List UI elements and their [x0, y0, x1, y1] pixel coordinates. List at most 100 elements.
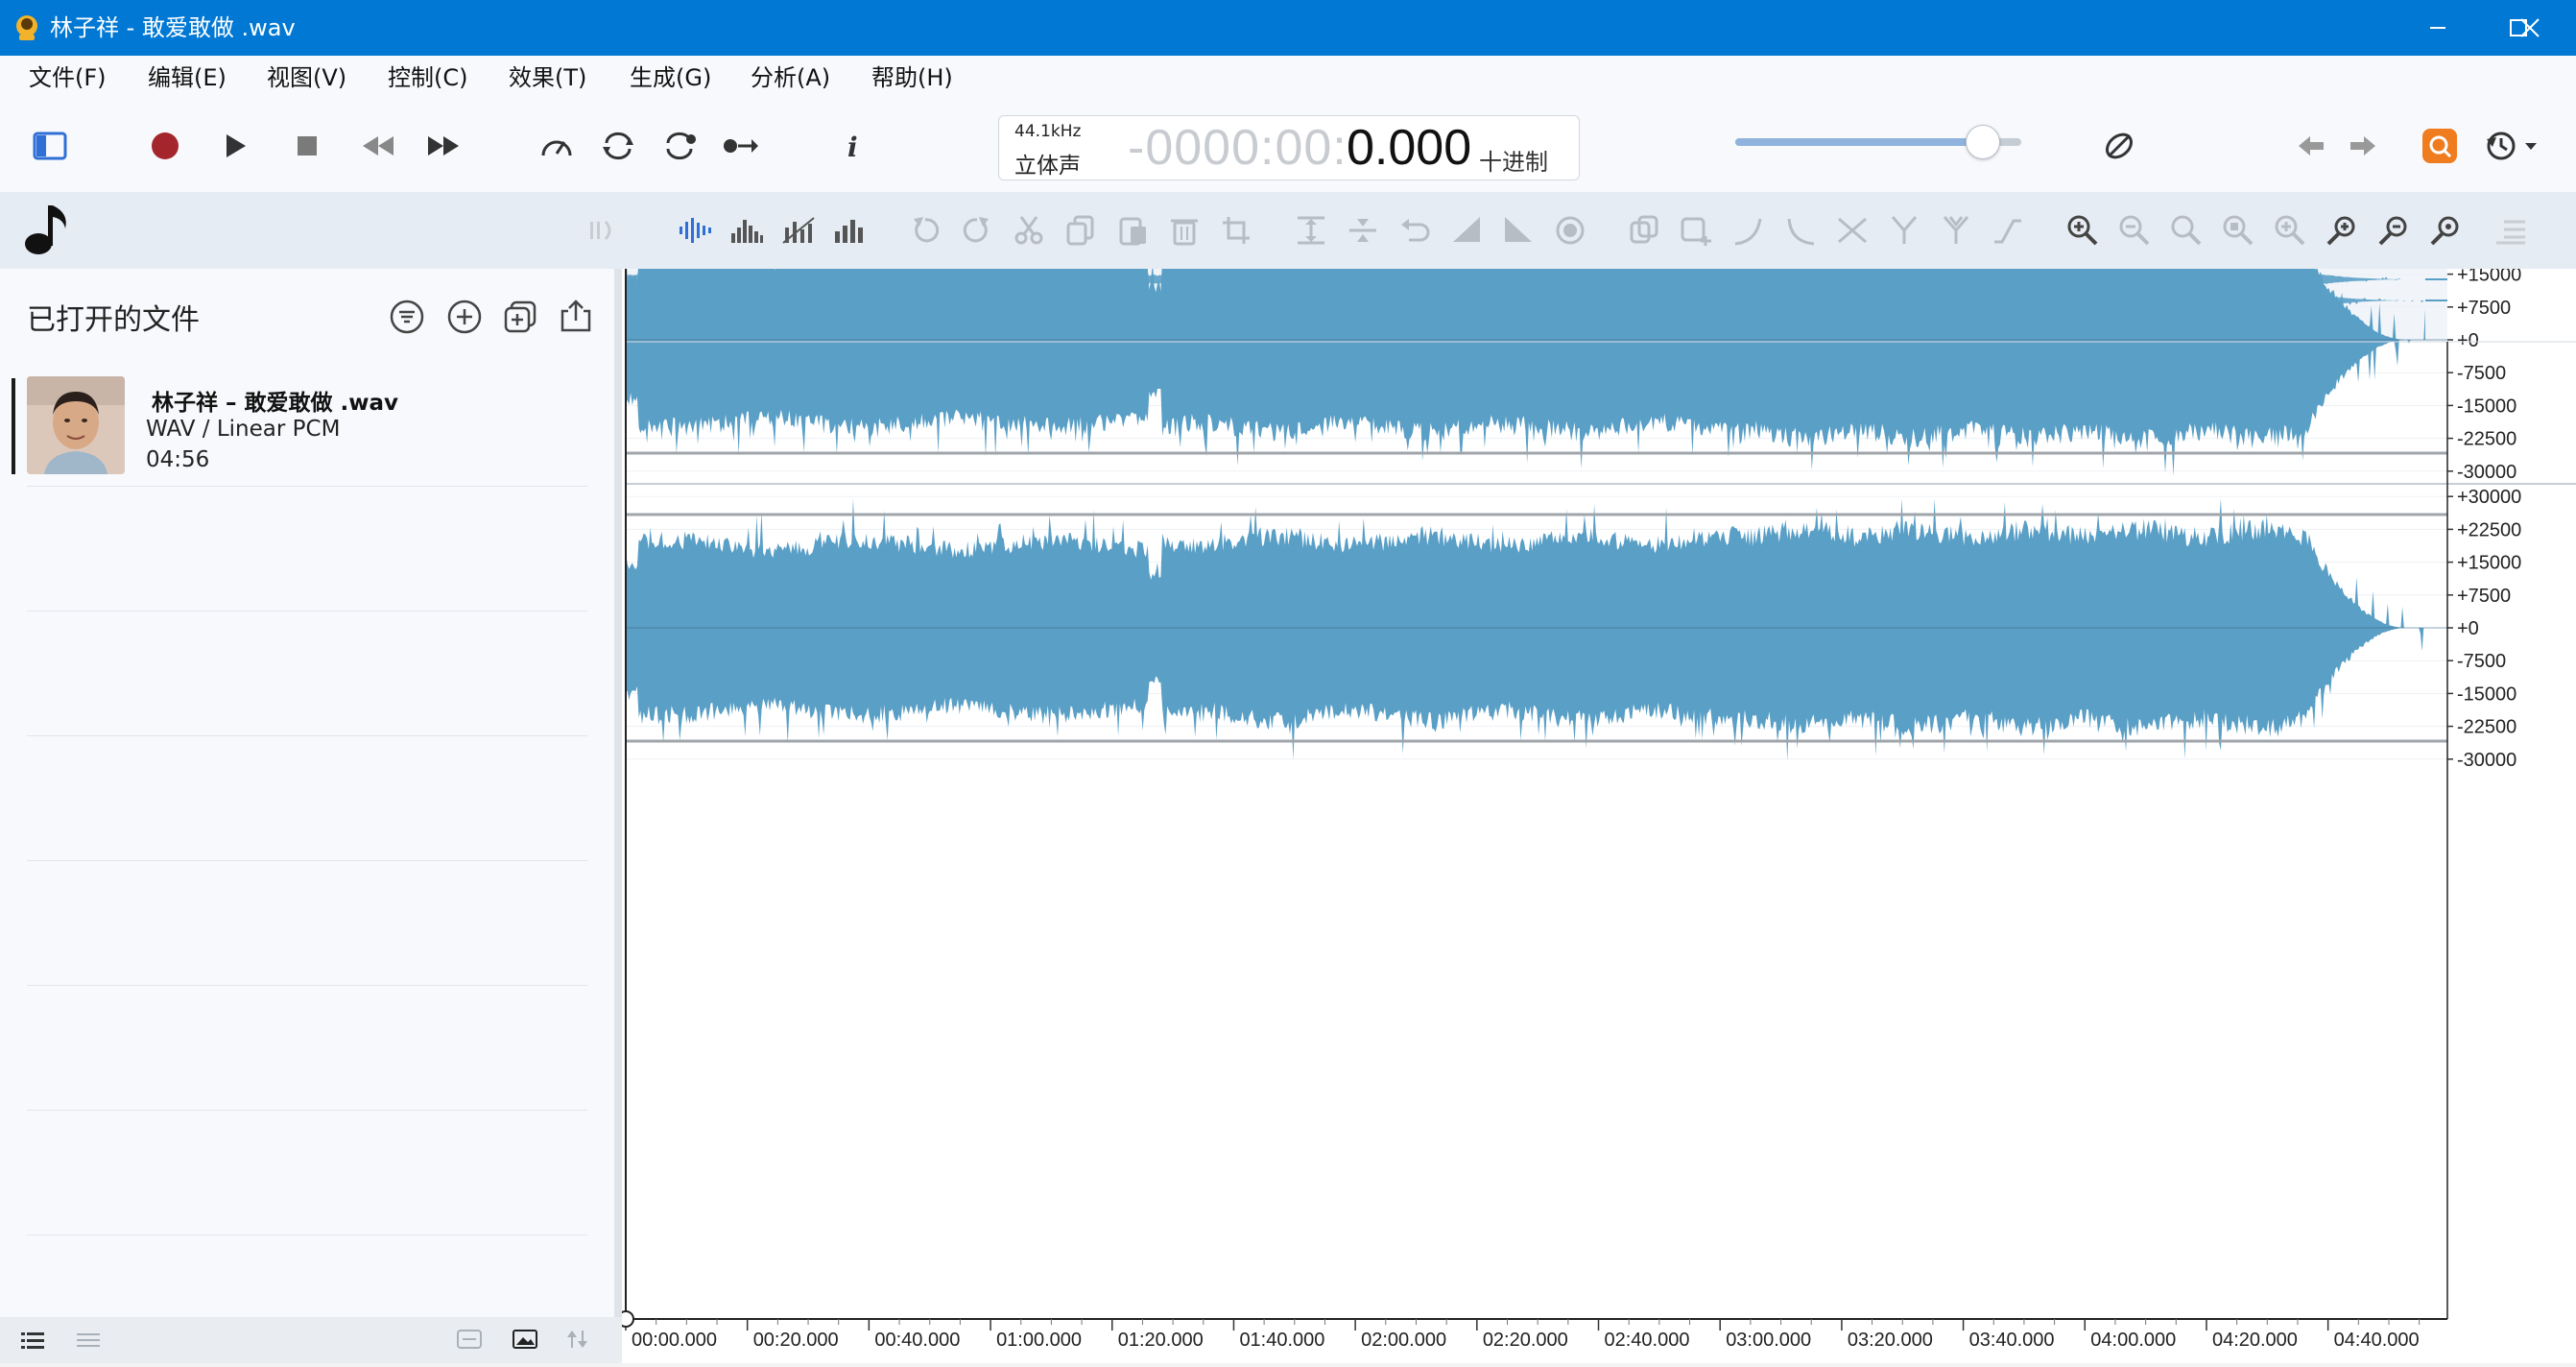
close-button[interactable] [2484, 0, 2576, 56]
zoom-in-icon[interactable] [2063, 211, 2102, 250]
split-channel-icon[interactable] [1937, 211, 1975, 250]
speed-icon[interactable] [536, 125, 578, 167]
copy-icon[interactable] [1061, 211, 1100, 250]
loop-selection-icon[interactable] [658, 125, 701, 167]
merge-icon[interactable] [1885, 211, 1923, 250]
split-view-icon[interactable] [582, 211, 620, 250]
insert-silence-icon[interactable] [1292, 211, 1330, 250]
zoom-out-icon[interactable] [2115, 211, 2154, 250]
amplitude-tick-label: +0 [2457, 618, 2479, 639]
history-icon[interactable] [2480, 125, 2547, 167]
add-file-icon[interactable] [447, 300, 482, 338]
eraser-icon[interactable] [2098, 125, 2140, 167]
sidebar-toggle-icon[interactable] [29, 125, 71, 167]
curve-out-icon[interactable] [1781, 211, 1820, 250]
undo-icon[interactable] [906, 211, 944, 250]
skip-icon[interactable] [720, 125, 762, 167]
list-view-icon[interactable] [21, 1331, 46, 1354]
time-tick-label: 03:40.000 [1969, 1330, 2055, 1351]
envelope-icon[interactable] [1989, 211, 2027, 250]
time-tick-label: 03:20.000 [1848, 1330, 1933, 1351]
crossfade-icon[interactable] [1833, 211, 1872, 250]
delete-icon[interactable] [1165, 211, 1204, 250]
volume-slider-thumb[interactable] [1966, 125, 2000, 159]
menu-help[interactable]: 帮助(H) [871, 56, 953, 100]
trim-silence-icon[interactable] [1344, 211, 1382, 250]
duplicate-region-icon[interactable] [1626, 211, 1664, 250]
vertical-zoom-out-icon[interactable] [2374, 211, 2413, 250]
sample-rate: 44.1kHz [1014, 122, 1082, 141]
file-format: WAV / Linear PCM [146, 417, 341, 442]
list-divider [27, 611, 587, 612]
album-art [27, 376, 125, 474]
zoom-fit-icon[interactable] [2167, 211, 2206, 250]
time-tick-label: 00:20.000 [753, 1330, 839, 1351]
menu-file[interactable]: 文件(F) [29, 56, 107, 100]
curve-in-icon[interactable] [1729, 211, 1768, 250]
image-icon[interactable] [513, 1329, 539, 1354]
main-toolbar: i 44.1kHz 立体声 -0000:00:0 0.000 十进制 [0, 100, 2576, 192]
menu-view[interactable]: 视图(V) [267, 56, 346, 100]
playhead-marker[interactable] [617, 1310, 634, 1328]
zoom-selection-icon[interactable] [2219, 211, 2257, 250]
play-button[interactable] [215, 125, 257, 167]
vertical-zoom-in-icon[interactable] [2323, 211, 2361, 250]
amplitude-tick-label: +0 [2457, 330, 2479, 351]
duplicate-file-icon[interactable] [503, 300, 537, 338]
time-tick-label: 02:00.000 [1361, 1330, 1446, 1351]
waveform-editor[interactable]: +30000 +22500 +15000 +7500 +0 -7500 -15000 -225… [617, 199, 2576, 1363]
export-icon[interactable] [559, 298, 593, 338]
search-app-icon[interactable] [2419, 125, 2461, 167]
add-region-icon[interactable] [1678, 211, 1716, 250]
vertical-zoom-reset-icon[interactable] [2426, 211, 2465, 250]
menu-effects[interactable]: 效果(T) [509, 56, 586, 100]
fade-in-icon[interactable] [1447, 211, 1486, 250]
time-tick-label: 01:40.000 [1239, 1330, 1324, 1351]
cut-icon[interactable] [1010, 211, 1048, 250]
caption-icon[interactable] [457, 1329, 484, 1354]
stop-button[interactable] [286, 125, 328, 167]
app-icon [13, 13, 40, 42]
normalize-icon[interactable] [1551, 211, 1589, 250]
spectrum-icon[interactable] [727, 211, 766, 250]
filter-icon[interactable] [390, 300, 424, 338]
compact-view-icon[interactable] [77, 1331, 102, 1354]
time-tick-label: 01:00.000 [996, 1330, 1082, 1351]
time-tick-label: 00:00.000 [632, 1330, 717, 1351]
list-settings-icon[interactable] [2492, 211, 2530, 250]
selection-indicator [12, 378, 15, 474]
rewind-button[interactable] [357, 125, 399, 167]
menu-analyze[interactable]: 分析(A) [751, 56, 830, 100]
forward-arrow-icon[interactable] [2342, 125, 2384, 167]
level-meter-icon[interactable] [831, 211, 870, 250]
fade-out-icon[interactable] [1499, 211, 1538, 250]
info-icon[interactable]: i [831, 125, 873, 167]
waveform-view-icon[interactable] [676, 211, 714, 250]
menu-edit[interactable]: 编辑(E) [148, 56, 227, 100]
waveform-canvas[interactable]: +30000 +22500 +15000 +7500 +0 -7500 -15000 -225… [617, 199, 2576, 1363]
file-duration: 04:56 [146, 447, 210, 472]
music-note-icon [21, 200, 75, 261]
file-list-item[interactable]: 林子祥 – 敢爱敢做 .wav WAV / Linear PCM 04:56 [10, 376, 587, 478]
loop-icon[interactable] [597, 125, 639, 167]
edit-toolbar [0, 192, 2576, 269]
crop-icon[interactable] [1217, 211, 1255, 250]
redo-icon[interactable] [958, 211, 996, 250]
volume-slider[interactable] [1735, 125, 2021, 159]
record-button[interactable] [144, 125, 186, 167]
menu-control[interactable]: 控制(C) [388, 56, 467, 100]
channel-mode: 立体声 [1014, 154, 1081, 179]
menu-generate[interactable]: 生成(G) [630, 56, 711, 100]
reverse-icon[interactable] [1395, 211, 1434, 250]
paste-icon[interactable] [1113, 211, 1152, 250]
time-format[interactable]: 十进制 [1479, 143, 1548, 177]
panel-splitter[interactable] [614, 269, 622, 1317]
sort-icon[interactable] [566, 1329, 589, 1354]
volume-slider-fill [1735, 138, 1981, 146]
spectrogram-icon[interactable] [779, 211, 818, 250]
minimize-button[interactable] [2397, 0, 2478, 56]
fast-forward-button[interactable] [422, 125, 465, 167]
back-arrow-icon[interactable] [2290, 125, 2332, 167]
title-bar: 林子祥 - 敢爱敢做 .wav [0, 0, 2576, 56]
zoom-amplitude-icon[interactable] [2271, 211, 2309, 250]
